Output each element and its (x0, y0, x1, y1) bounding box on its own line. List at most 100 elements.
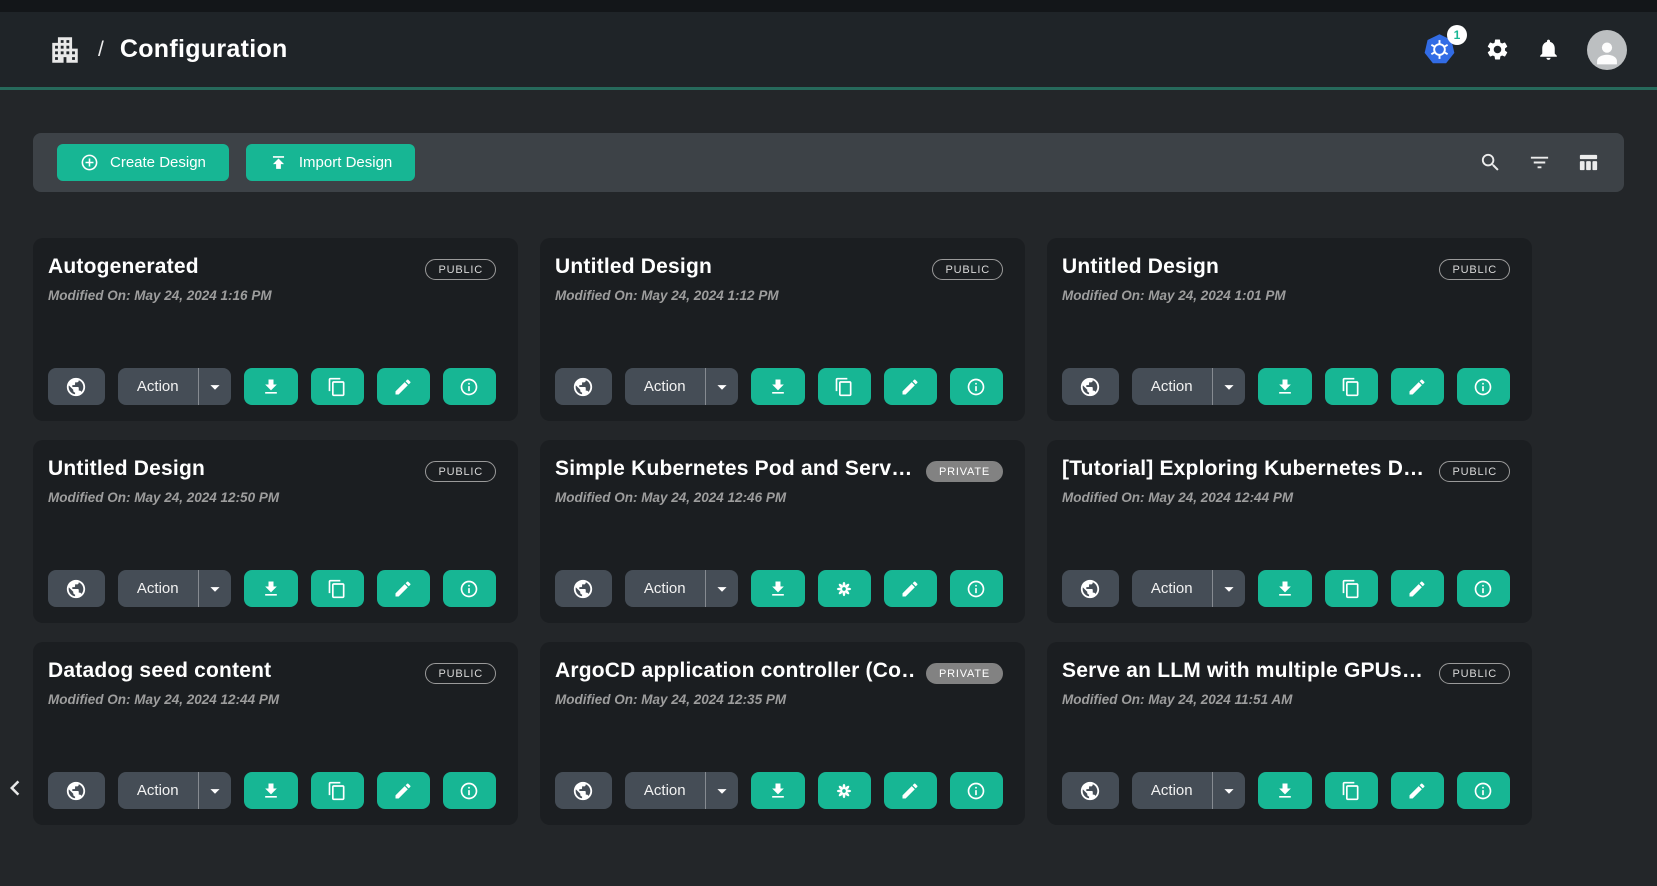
copy-button[interactable] (818, 368, 871, 405)
table-view-icon[interactable] (1577, 151, 1600, 174)
visibility-globe-button[interactable] (555, 772, 612, 809)
visibility-globe-button[interactable] (48, 368, 105, 405)
action-button[interactable]: Action (1132, 368, 1212, 405)
design-card: Untitled Design PUBLIC Modified On: May … (540, 238, 1025, 421)
edit-button[interactable] (884, 570, 937, 607)
copy-button[interactable] (1325, 570, 1378, 607)
visibility-globe-button[interactable] (555, 368, 612, 405)
edit-button[interactable] (1391, 368, 1444, 405)
notifications-bell-icon[interactable] (1536, 37, 1561, 62)
pencil-icon (393, 579, 413, 599)
chevron-down-icon (204, 376, 226, 398)
filter-icon[interactable] (1528, 151, 1551, 174)
spiral-pinwheel-icon (834, 579, 854, 599)
action-dropdown-button[interactable] (198, 570, 232, 607)
edit-button[interactable] (1391, 570, 1444, 607)
create-design-label: Create Design (110, 154, 206, 171)
create-design-button[interactable]: Create Design (57, 144, 229, 181)
visibility-globe-button[interactable] (48, 570, 105, 607)
copy-icon (327, 781, 347, 801)
globe-icon (65, 578, 87, 600)
action-dropdown-button[interactable] (1212, 368, 1246, 405)
action-dropdown-button[interactable] (705, 368, 739, 405)
copy-button[interactable] (311, 368, 364, 405)
edit-button[interactable] (377, 368, 430, 405)
settings-gear-icon[interactable] (1485, 37, 1510, 62)
download-button[interactable] (1258, 772, 1311, 809)
action-button[interactable]: Action (118, 772, 198, 809)
download-button[interactable] (244, 772, 297, 809)
action-button[interactable]: Action (625, 368, 705, 405)
card-actions: Action (48, 570, 496, 607)
visibility-globe-button[interactable] (1062, 368, 1119, 405)
download-icon (261, 781, 281, 801)
visibility-badge: PUBLIC (425, 259, 496, 280)
organization-building-icon[interactable] (48, 33, 82, 67)
copy-button[interactable] (311, 570, 364, 607)
action-dropdown-button[interactable] (705, 772, 739, 809)
edit-button[interactable] (377, 570, 430, 607)
toolbar-view-controls (1479, 151, 1600, 174)
info-button[interactable] (950, 368, 1003, 405)
designs-toolbar: Create Design Import Design (33, 133, 1624, 192)
action-split-button: Action (118, 772, 232, 809)
action-button[interactable]: Action (625, 772, 705, 809)
design-engine-button[interactable] (818, 772, 871, 809)
card-header: Untitled Design PUBLIC (555, 255, 1003, 280)
action-split-button: Action (625, 570, 739, 607)
info-icon (1473, 781, 1493, 801)
action-dropdown-button[interactable] (1212, 570, 1246, 607)
action-button[interactable]: Action (625, 570, 705, 607)
info-button[interactable] (950, 570, 1003, 607)
info-icon (1473, 579, 1493, 599)
card-header: Untitled Design PUBLIC (1062, 255, 1510, 280)
action-dropdown-button[interactable] (705, 570, 739, 607)
info-button[interactable] (443, 368, 496, 405)
import-design-button[interactable]: Import Design (246, 144, 415, 181)
copy-button[interactable] (1325, 772, 1378, 809)
info-button[interactable] (950, 772, 1003, 809)
download-button[interactable] (751, 772, 804, 809)
search-icon[interactable] (1479, 151, 1502, 174)
design-engine-button[interactable] (818, 570, 871, 607)
user-avatar[interactable] (1587, 30, 1627, 70)
visibility-globe-button[interactable] (1062, 772, 1119, 809)
action-button[interactable]: Action (118, 570, 198, 607)
card-header: Untitled Design PUBLIC (48, 457, 496, 482)
edit-button[interactable] (884, 368, 937, 405)
kubernetes-context-button[interactable]: 1 (1423, 33, 1459, 66)
edit-button[interactable] (884, 772, 937, 809)
info-button[interactable] (1457, 570, 1510, 607)
download-button[interactable] (244, 570, 297, 607)
info-button[interactable] (1457, 772, 1510, 809)
download-button[interactable] (751, 570, 804, 607)
download-button[interactable] (244, 368, 297, 405)
visibility-globe-button[interactable] (48, 772, 105, 809)
action-dropdown-button[interactable] (198, 368, 232, 405)
action-button[interactable]: Action (118, 368, 198, 405)
visibility-globe-button[interactable] (1062, 570, 1119, 607)
edit-button[interactable] (377, 772, 430, 809)
action-dropdown-button[interactable] (1212, 772, 1246, 809)
card-header: [Tutorial] Exploring Kubernetes D… PUBLI… (1062, 457, 1510, 482)
info-button[interactable] (443, 772, 496, 809)
info-button[interactable] (443, 570, 496, 607)
card-header: Serve an LLM with multiple GPUs… PUBLIC (1062, 659, 1510, 684)
copy-button[interactable] (1325, 368, 1378, 405)
chevron-left-icon (0, 773, 30, 803)
visibility-globe-button[interactable] (555, 570, 612, 607)
action-button[interactable]: Action (1132, 772, 1212, 809)
info-button[interactable] (1457, 368, 1510, 405)
design-card: Autogenerated PUBLIC Modified On: May 24… (33, 238, 518, 421)
action-dropdown-button[interactable] (198, 772, 232, 809)
chevron-down-icon (1218, 578, 1240, 600)
download-button[interactable] (1258, 368, 1311, 405)
download-button[interactable] (1258, 570, 1311, 607)
edit-button[interactable] (1391, 772, 1444, 809)
copy-button[interactable] (311, 772, 364, 809)
action-button[interactable]: Action (1132, 570, 1212, 607)
collapse-panel-button[interactable] (0, 772, 30, 806)
card-header: Autogenerated PUBLIC (48, 255, 496, 280)
person-icon (1590, 36, 1624, 70)
download-button[interactable] (751, 368, 804, 405)
